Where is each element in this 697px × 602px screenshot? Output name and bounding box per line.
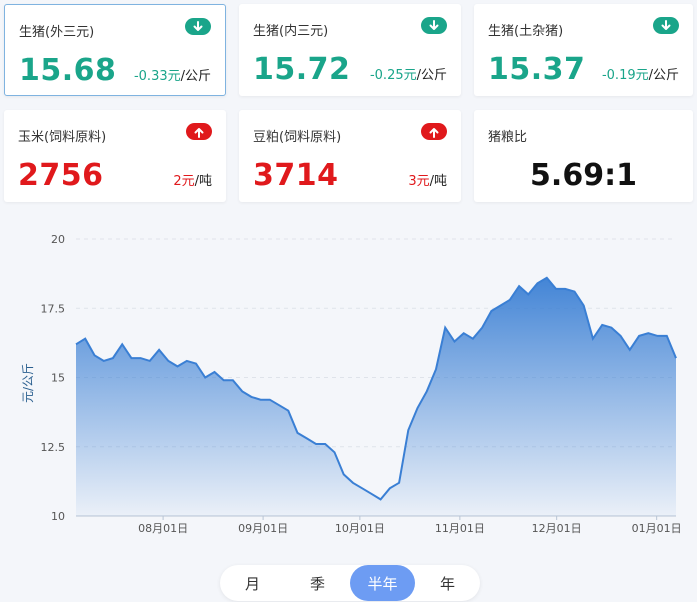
card-title: 生猪(土杂猪) — [488, 24, 564, 39]
card-value: 15.68 — [19, 53, 117, 88]
arrow-up-icon — [186, 123, 212, 140]
y-tick-label: 12.5 — [41, 441, 66, 454]
y-axis: 10 12.5 15 17.5 20 — [41, 233, 66, 523]
card-pig-neisanyuan[interactable]: 生猪(内三元) 15.72 -0.25元/公斤 — [239, 4, 461, 96]
y-axis-label: 元/公斤 — [21, 363, 35, 403]
period-quarter[interactable]: 季 — [285, 565, 350, 601]
card-title: 生猪(内三元) — [253, 24, 329, 39]
card-pig-tuzazhu[interactable]: 生猪(土杂猪) 15.37 -0.19元/公斤 — [474, 4, 693, 96]
arrow-down-icon — [421, 17, 447, 34]
card-value: 3714 — [253, 158, 339, 193]
card-pig-waisanyuan[interactable]: 生猪(外三元) 15.68 -0.33元/公斤 — [4, 4, 226, 96]
period-selector: 月 季 半年 年 — [220, 565, 480, 601]
card-value: 2756 — [18, 158, 104, 193]
card-change: -0.19元/公斤 — [601, 68, 679, 83]
card-corn[interactable]: 玉米(饲料原料) 2756 2元/吨 — [4, 110, 226, 202]
y-tick-label: 20 — [51, 233, 65, 246]
x-tick-label: 08月01日 — [138, 522, 188, 535]
card-value: 5.69:1 — [530, 158, 637, 193]
x-tick-label: 10月01日 — [335, 522, 385, 535]
card-title: 猪粮比 — [488, 130, 528, 145]
card-change: -0.33元/公斤 — [133, 69, 211, 84]
card-title: 豆粕(饲料原料) — [253, 130, 342, 145]
arrow-up-icon — [421, 123, 447, 140]
card-title: 玉米(饲料原料) — [18, 130, 107, 145]
x-tick-label: 11月01日 — [435, 522, 485, 535]
card-change: -0.25元/公斤 — [369, 68, 447, 83]
card-soymeal[interactable]: 豆粕(饲料原料) 3714 3元/吨 — [239, 110, 461, 202]
arrow-down-icon — [185, 18, 211, 35]
x-tick-label: 01月01日 — [632, 522, 682, 535]
price-area-chart: 10 12.5 15 17.5 20 08月01日 09月01日 10月01日 11月01日 1… — [21, 233, 682, 535]
card-pig-grain-ratio[interactable]: 猪粮比 5.69:1 — [474, 110, 693, 202]
card-value: 15.72 — [253, 52, 351, 87]
y-tick-label: 15 — [51, 372, 65, 385]
period-month[interactable]: 月 — [220, 565, 285, 601]
card-change: 3元/吨 — [408, 174, 447, 189]
x-tick-label: 09月01日 — [238, 522, 288, 535]
card-title: 生猪(外三元) — [19, 25, 95, 40]
period-year[interactable]: 年 — [415, 565, 480, 601]
x-axis: 08月01日 09月01日 10月01日 11月01日 12月01日 01月01日 — [138, 516, 682, 535]
card-value: 15.37 — [488, 52, 586, 87]
y-tick-label: 10 — [51, 510, 65, 523]
period-half-year[interactable]: 半年 — [350, 565, 415, 601]
card-change: 2元/吨 — [173, 174, 212, 189]
y-tick-label: 17.5 — [41, 302, 66, 315]
arrow-down-icon — [653, 17, 679, 34]
x-tick-label: 12月01日 — [532, 522, 582, 535]
